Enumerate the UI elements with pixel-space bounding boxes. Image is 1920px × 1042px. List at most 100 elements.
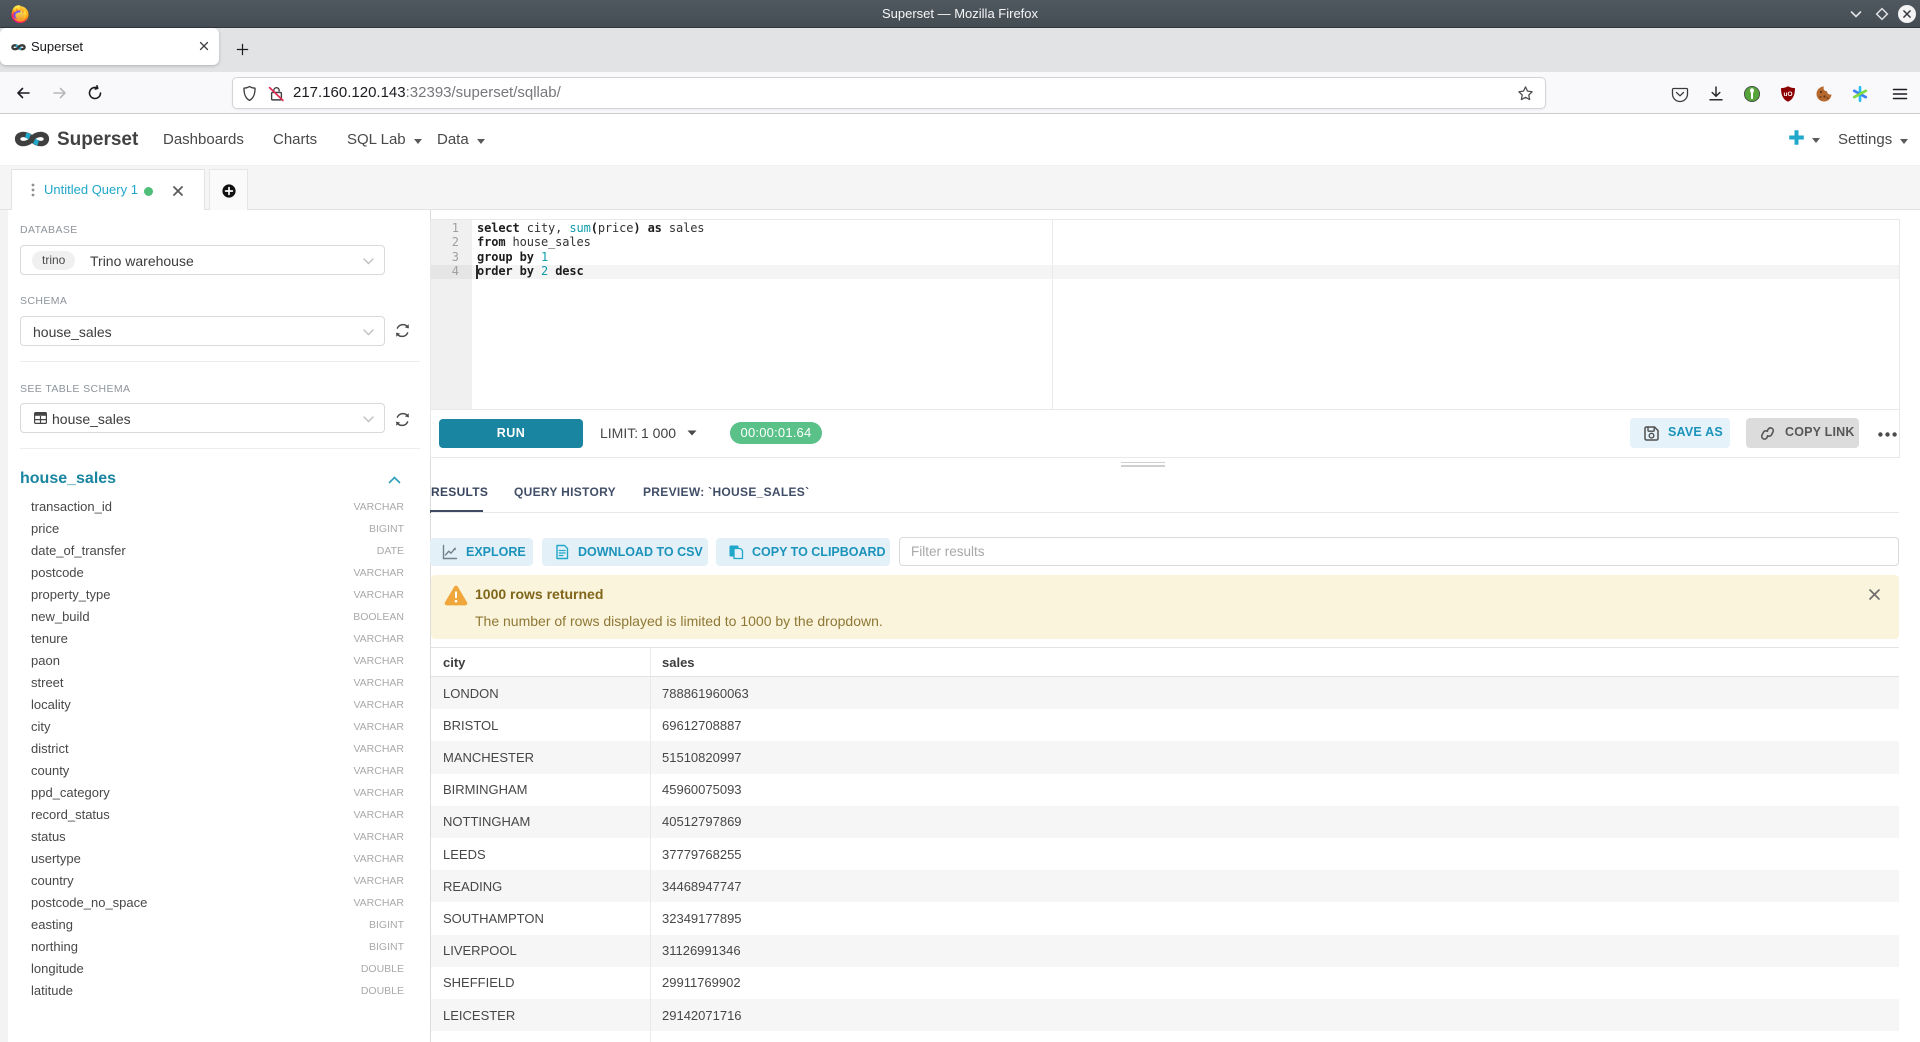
column-type: BIGINT: [369, 936, 404, 959]
column-type: BIGINT: [369, 914, 404, 937]
results-tab[interactable]: RESULTS: [431, 480, 488, 504]
cell-sales: 788861960063: [662, 677, 749, 709]
browser-tab-superset[interactable]: Superset: [0, 28, 219, 65]
sql-editor[interactable]: [430, 219, 1900, 410]
explore-chart-icon: [442, 544, 458, 560]
table-column-row: latitude DOUBLE: [0, 980, 422, 1002]
copy-link-label: COPY LINK: [1785, 418, 1855, 448]
copy-icon: [728, 544, 744, 560]
navbar-item[interactable]: Data: [437, 114, 485, 166]
database-select[interactable]: trino Trino warehouse: [20, 245, 385, 275]
table-column-row: transaction_id VARCHAR: [0, 496, 422, 518]
more-actions-icon[interactable]: [1878, 432, 1897, 437]
database-label: DATABASE: [20, 224, 78, 236]
table-column-row: record_status VARCHAR: [0, 804, 422, 826]
schema-select[interactable]: house_sales: [20, 316, 385, 346]
csv-button[interactable]: DOWNLOAD TO CSV: [542, 538, 708, 566]
window-close-icon[interactable]: [1898, 5, 1916, 23]
forward-icon[interactable]: [52, 85, 68, 101]
drag-handle-dots-icon[interactable]: [29, 183, 37, 197]
caret-down-icon: [414, 139, 422, 144]
limit-caret-icon[interactable]: [687, 430, 697, 436]
column-name: paon: [31, 650, 60, 672]
reload-icon[interactable]: [87, 85, 103, 101]
results-tab[interactable]: PREVIEW: `HOUSE_SALES`: [643, 480, 809, 504]
back-icon[interactable]: [15, 85, 31, 101]
column-name: locality: [31, 694, 71, 716]
shield-icon[interactable]: [241, 85, 258, 102]
table-schema-heading[interactable]: house_sales: [20, 470, 116, 488]
menu-hamburger-icon[interactable]: [1891, 85, 1909, 103]
collapse-chevron-up-icon[interactable]: [388, 476, 401, 484]
cell-sales: 32349177895: [662, 902, 742, 934]
table-column-row: usertype VARCHAR: [0, 848, 422, 870]
limit-value[interactable]: 1 000: [641, 419, 676, 448]
results-tab[interactable]: QUERY HISTORY: [514, 480, 616, 504]
explore-button[interactable]: EXPLORE: [430, 538, 533, 566]
bookmark-star-icon[interactable]: [1517, 85, 1534, 102]
navbar-item[interactable]: Charts: [273, 114, 317, 166]
table-column-row: price BIGINT: [0, 518, 422, 540]
screen: Superset — Mozilla Firefox: [0, 0, 1920, 1042]
refresh-schema-icon[interactable]: [394, 322, 411, 339]
pane-resize-handle[interactable]: [1121, 462, 1165, 468]
divider: [20, 361, 420, 362]
add-query-tab[interactable]: [209, 169, 248, 210]
code-line[interactable]: from house_sales: [477, 235, 591, 249]
ublock-icon[interactable]: uO: [1779, 85, 1797, 103]
save-as-button[interactable]: SAVE AS: [1630, 418, 1730, 448]
downloads-icon[interactable]: [1707, 85, 1725, 103]
lock-insecure-icon[interactable]: [268, 85, 285, 102]
navbar-settings[interactable]: Settings: [1838, 114, 1908, 166]
window-titlebar: Superset — Mozilla Firefox: [0, 0, 1920, 28]
button-label: EXPLORE: [466, 538, 526, 566]
cell-city: BRISTOL: [443, 709, 498, 741]
alert-close-icon[interactable]: [1869, 589, 1880, 600]
window-maximize-icon[interactable]: [1874, 6, 1890, 22]
code-line[interactable]: group by 1: [477, 250, 548, 264]
gutter-line-number: 1: [431, 221, 459, 235]
button-label: COPY TO CLIPBOARD: [752, 538, 886, 566]
url-bar[interactable]: 217.160.120.143:32393/superset/sqllab/: [232, 77, 1546, 109]
browser-tab-close-icon[interactable]: [196, 38, 212, 54]
query-tab-active[interactable]: Untitled Query 1: [11, 169, 205, 210]
header-city[interactable]: city: [443, 655, 465, 670]
window-minimize-icon[interactable]: [1848, 6, 1864, 22]
schema-label: SCHEMA: [20, 295, 67, 307]
column-type: VARCHAR: [353, 716, 404, 739]
table-column-row: date_of_transfer DATE: [0, 540, 422, 562]
new-tab-icon[interactable]: [235, 42, 251, 58]
privacy-badger-icon[interactable]: [1743, 85, 1761, 103]
cell-sales: 51510820997: [662, 741, 742, 773]
column-type: DOUBLE: [361, 958, 404, 981]
copy-button[interactable]: COPY TO CLIPBOARD: [716, 538, 890, 566]
query-tab-close-icon[interactable]: [172, 185, 184, 197]
column-name: district: [31, 738, 69, 760]
refresh-table-icon[interactable]: [394, 411, 411, 428]
column-type: VARCHAR: [353, 562, 404, 585]
code-line[interactable]: select city, sum(price) as sales: [477, 221, 704, 235]
superset-brand[interactable]: Superset: [57, 114, 138, 166]
cell-city: READING: [443, 870, 502, 902]
navbar-item[interactable]: Dashboards: [163, 114, 244, 166]
table-select[interactable]: house_sales: [20, 403, 385, 433]
copy-link-button[interactable]: COPY LINK: [1746, 418, 1859, 448]
column-name: northing: [31, 936, 78, 958]
code-line[interactable]: order by 2 desc: [477, 264, 584, 278]
column-name: city: [31, 716, 51, 738]
database-pill: trino: [32, 251, 75, 270]
navbar-add-button[interactable]: [1788, 114, 1820, 166]
cell-sales: 45960075093: [662, 774, 742, 806]
header-sales[interactable]: sales: [662, 655, 695, 670]
cookie-icon[interactable]: [1815, 85, 1833, 103]
navbar-item[interactable]: SQL Lab: [347, 114, 422, 166]
asterisk-extension-icon[interactable]: [1851, 85, 1869, 103]
url-text[interactable]: 217.160.120.143:32393/superset/sqllab/: [293, 78, 561, 108]
column-type: VARCHAR: [353, 804, 404, 827]
column-name: new_build: [31, 606, 90, 628]
table-row: LIVERPOOL 31126991346: [431, 935, 1899, 967]
filter-results-input[interactable]: [899, 537, 1899, 566]
pocket-icon[interactable]: [1671, 85, 1689, 103]
run-button[interactable]: RUN: [439, 419, 583, 449]
superset-logo-icon[interactable]: [12, 129, 52, 150]
